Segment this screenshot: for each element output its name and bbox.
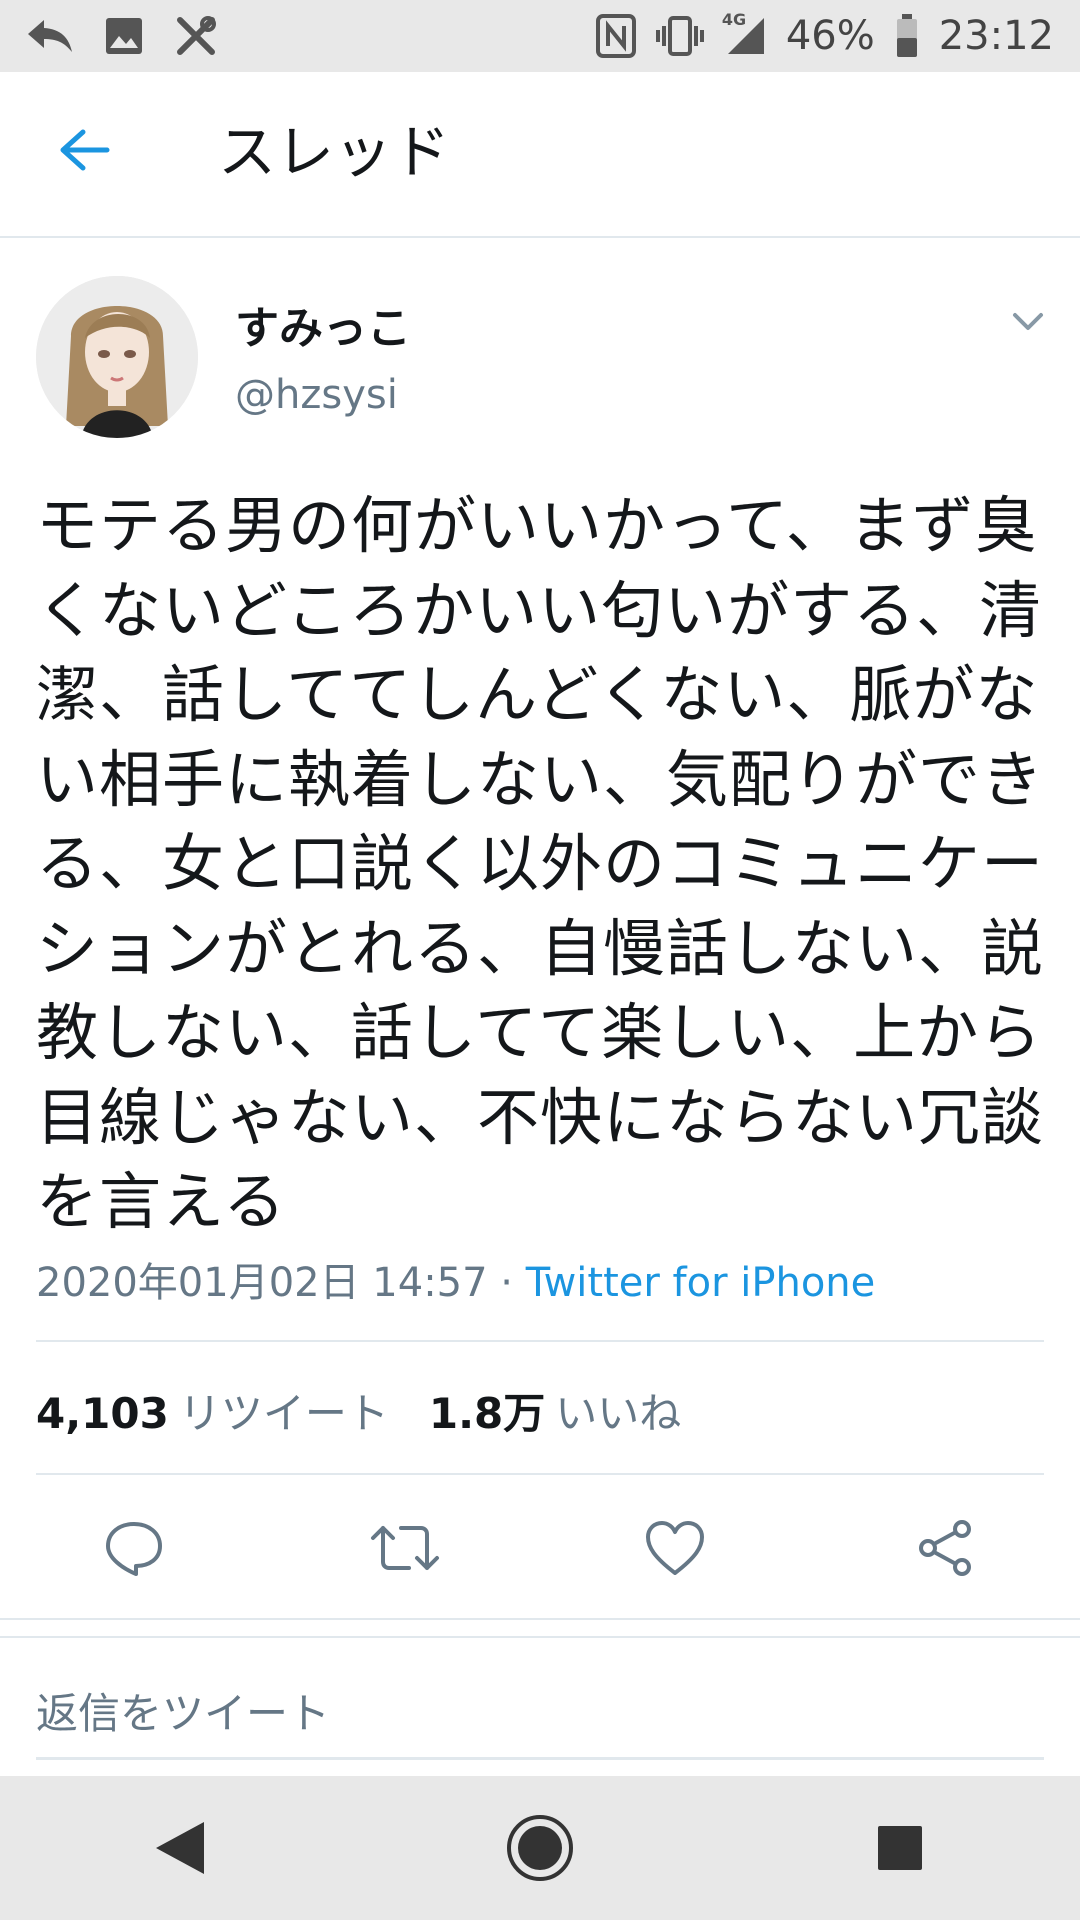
nfc-icon (595, 14, 636, 58)
tweet-stats: 4,103 リツイート 1.8万 いいね (36, 1380, 681, 1441)
meta-separator: · (487, 1260, 526, 1306)
like-stat[interactable]: 1.8万 いいね (429, 1380, 681, 1441)
nav-home-button[interactable] (490, 1798, 590, 1898)
divider (0, 1636, 1080, 1638)
status-system: 4G 46% 23:12 (595, 10, 1054, 59)
back-button[interactable] (55, 120, 115, 180)
share-button[interactable] (909, 1512, 981, 1584)
app-header: スレッド (0, 72, 1080, 238)
tweet-meta: 2020年01月02日 14:57 · Twitter for iPhone (36, 1250, 875, 1308)
battery-icon (895, 14, 919, 58)
divider (0, 1618, 1080, 1620)
retweet-stat[interactable]: 4,103 リツイート (36, 1380, 389, 1441)
like-label: いいね (555, 1389, 682, 1438)
reply-icon (26, 16, 74, 56)
retweet-count: 4,103 (36, 1389, 169, 1438)
avatar[interactable] (36, 276, 198, 438)
user-handle[interactable]: @hzsysi (235, 372, 398, 418)
clock: 23:12 (938, 13, 1054, 59)
tweet-text: モテる男の何がいいかって、まず臭くないどころかいい匂いがする、清潔、話しててしん… (36, 489, 1045, 1238)
avatar-image (36, 276, 198, 438)
chevron-down-icon (1013, 313, 1043, 330)
retweet-button[interactable] (369, 1512, 441, 1584)
network-type: 4G (721, 10, 747, 29)
divider (36, 1473, 1044, 1475)
nav-recents-button[interactable] (850, 1798, 950, 1898)
tweet-source-link[interactable]: Twitter for iPhone (526, 1260, 876, 1306)
like-button[interactable] (639, 1512, 711, 1584)
battery-percent: 46% (785, 13, 875, 59)
tweet-timestamp[interactable]: 2020年01月02日 14:57 (36, 1260, 488, 1306)
vibrate-icon (655, 16, 704, 56)
status-bar: 4G 46% 23:12 (0, 0, 1080, 72)
like-count: 1.8万 (428, 1389, 546, 1438)
reply-bubble-icon (106, 1522, 162, 1576)
share-icon (919, 1520, 971, 1576)
image-icon (104, 16, 144, 56)
more-options-button[interactable] (1005, 298, 1051, 344)
divider (36, 1340, 1044, 1342)
triangle-back-icon (156, 1822, 204, 1874)
tools-icon (174, 14, 218, 58)
back-arrow-icon (60, 129, 110, 171)
system-nav-bar (0, 1776, 1080, 1920)
status-notifications (26, 14, 218, 58)
page-title: スレッド (218, 118, 451, 186)
signal-icon: 4G (722, 10, 766, 56)
retweet-label: リツイート (178, 1389, 389, 1438)
retweet-icon (371, 1526, 439, 1570)
square-recents-icon (878, 1826, 922, 1870)
reply-button[interactable] (98, 1512, 170, 1584)
heart-icon (646, 1521, 704, 1575)
reply-input[interactable]: 返信をツイート (36, 1680, 1044, 1760)
display-name[interactable]: すみっこ (235, 292, 411, 356)
circle-home-icon (507, 1815, 573, 1881)
nav-back-button[interactable] (130, 1798, 230, 1898)
